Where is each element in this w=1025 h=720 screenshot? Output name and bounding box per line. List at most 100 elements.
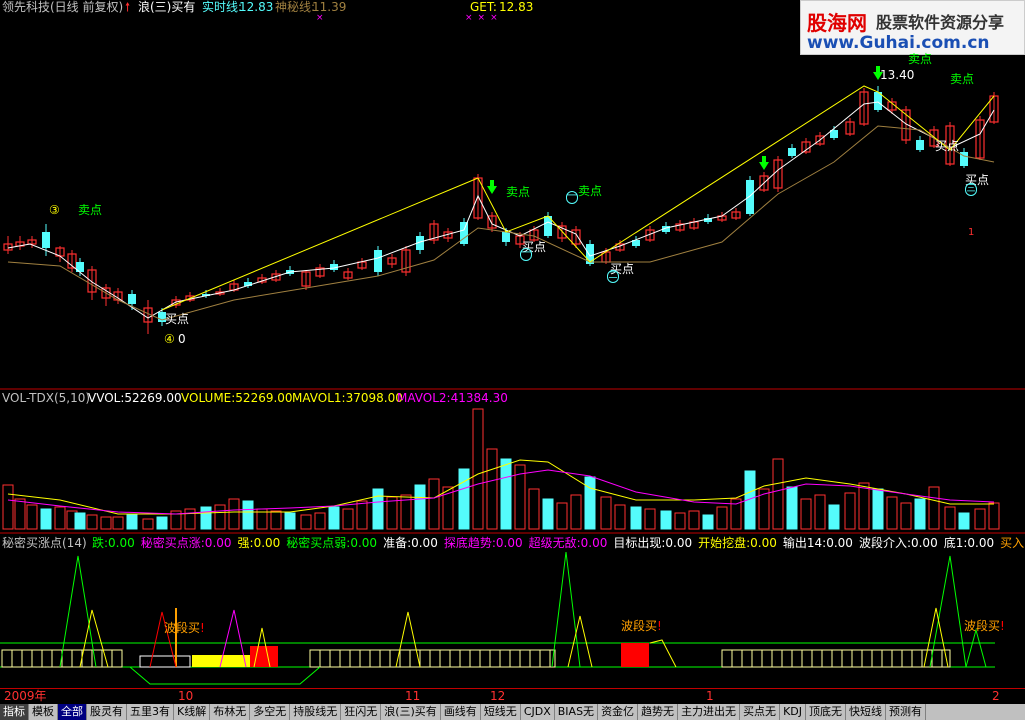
tab-item[interactable]: 持股线无 <box>290 704 342 720</box>
tab-item[interactable]: 浪(三)买有 <box>381 704 441 720</box>
volume-bar <box>944 506 956 530</box>
volume-bar <box>772 458 784 530</box>
volume-bar <box>414 484 426 530</box>
indicator-value: 波段介入:0.00 <box>858 536 938 550</box>
volume-bar <box>886 496 898 530</box>
tab-item[interactable]: KDJ <box>780 704 806 720</box>
candle-body <box>746 180 754 214</box>
date-label: 10 <box>178 689 194 703</box>
vvol-value: VVOL:52269.00 <box>88 391 182 405</box>
tab-item[interactable]: 顶底无 <box>806 704 846 720</box>
high-price-label: 13.40 <box>880 68 915 82</box>
indicator-value: 目标出现:0.00 <box>613 536 693 550</box>
volume-bar <box>472 408 484 530</box>
volume-bar <box>974 508 986 530</box>
tab-template[interactable]: 模板 <box>29 704 58 720</box>
date-label: 2 <box>992 689 1000 703</box>
candle-body <box>502 232 510 242</box>
volume-bar <box>300 514 312 530</box>
indicator-spike <box>567 615 593 668</box>
indicator-spike <box>551 551 581 668</box>
indicator-value: 强:0.00 <box>237 536 281 550</box>
band-box <box>721 649 951 668</box>
circle-four-marker: ④ <box>164 332 175 346</box>
volume-bar <box>40 508 52 530</box>
date-label: 11 <box>405 689 421 703</box>
volume-bar <box>356 500 368 530</box>
volume-bar <box>54 506 66 530</box>
volume-bar <box>228 498 240 530</box>
tab-item[interactable]: 买点无 <box>740 704 781 720</box>
volume-bar <box>556 502 568 530</box>
signal-block <box>139 655 191 668</box>
tab-item[interactable]: 画线有 <box>441 704 481 720</box>
tab-item[interactable]: 资金亿 <box>598 704 639 720</box>
wave-three-marker: 三 <box>965 183 977 196</box>
band-buy-label: 波段买! <box>964 619 1005 633</box>
volume-bar <box>184 508 196 530</box>
volume-bar <box>126 514 138 530</box>
band-buy-label: 波段买! <box>621 619 662 633</box>
volume-bar <box>328 506 340 530</box>
indicator-spike <box>965 628 987 668</box>
trendline <box>161 177 479 311</box>
tab-item[interactable]: 五里3有 <box>127 704 174 720</box>
tab-item[interactable]: 主力进出无 <box>678 704 741 720</box>
tab-item[interactable]: 短线无 <box>481 704 521 720</box>
indicator-value: 底1:0.00 <box>943 536 995 550</box>
volume-bar <box>74 512 86 530</box>
indicator-value: 跌:0.00 <box>92 536 135 550</box>
volume-value: VOLUME:52269.00 <box>181 391 293 405</box>
volume-bar <box>428 478 440 530</box>
indicator-value: 秘密买点弱:0.00 <box>286 536 378 550</box>
volume-bar <box>872 488 884 530</box>
sell-arrow-icon <box>487 186 497 194</box>
candle-body <box>374 250 382 272</box>
tab-item[interactable]: CJDX <box>521 704 555 720</box>
tab-item[interactable]: 趋势无 <box>638 704 679 720</box>
candle-body <box>788 148 796 156</box>
tab-item[interactable]: 多空无 <box>250 704 291 720</box>
indicator-value: 超级无敌:0.00 <box>528 536 608 550</box>
wave-two-marker: 二 <box>607 270 619 283</box>
mavol1-value: MAVOL1:37098.00 <box>292 391 403 405</box>
volume-bar <box>660 510 672 530</box>
candle-body <box>42 232 50 248</box>
tab-item[interactable]: 快短线 <box>846 704 886 720</box>
tab-item[interactable]: 预测有 <box>886 704 926 720</box>
volume-bar <box>716 506 728 530</box>
volume-bar <box>644 508 656 530</box>
wave-one-marker: 一 <box>520 248 532 261</box>
tab-item[interactable]: 股灵有 <box>87 704 127 720</box>
volume-bar <box>844 492 856 530</box>
volume-bar <box>314 512 326 530</box>
volume-indicator-name: VOL-TDX(5,10) <box>2 391 91 405</box>
tab-item[interactable]: BIAS无 <box>555 704 599 720</box>
sell-point-label: 卖点 <box>578 184 603 198</box>
volume-bar <box>14 498 26 530</box>
indicator-name: 秘密买涨点(14) <box>2 536 87 550</box>
tab-indicator[interactable]: 指标 <box>0 704 29 720</box>
volume-bar <box>614 504 626 530</box>
mavol2-value: MAVOL2:41384.30 <box>397 391 508 405</box>
volume-bar <box>112 516 124 530</box>
indicator-value: 秘密买点涨:0.00 <box>140 536 232 550</box>
wave-mark: 1 <box>968 227 975 238</box>
trendline <box>477 85 995 263</box>
tab-item[interactable]: 全部 <box>58 704 87 720</box>
volume-bar <box>100 516 112 530</box>
buy-point-label: 买点 <box>935 139 960 153</box>
tab-item[interactable]: 狂闪无 <box>341 704 382 720</box>
volume-bar <box>988 502 1000 530</box>
indicator-spike <box>923 607 949 668</box>
indicator-value: 买入:0.00 <box>1000 536 1025 550</box>
candle-body <box>916 140 924 150</box>
tab-item[interactable]: 布林无 <box>210 704 251 720</box>
volume-bar <box>458 468 470 530</box>
volume-bar <box>828 504 840 530</box>
indicator-value: 准备:0.00 <box>383 536 438 550</box>
tab-item[interactable]: K线解 <box>174 704 211 720</box>
volume-bar <box>156 516 168 530</box>
volume-bar <box>528 488 540 530</box>
volume-bar <box>674 512 686 530</box>
